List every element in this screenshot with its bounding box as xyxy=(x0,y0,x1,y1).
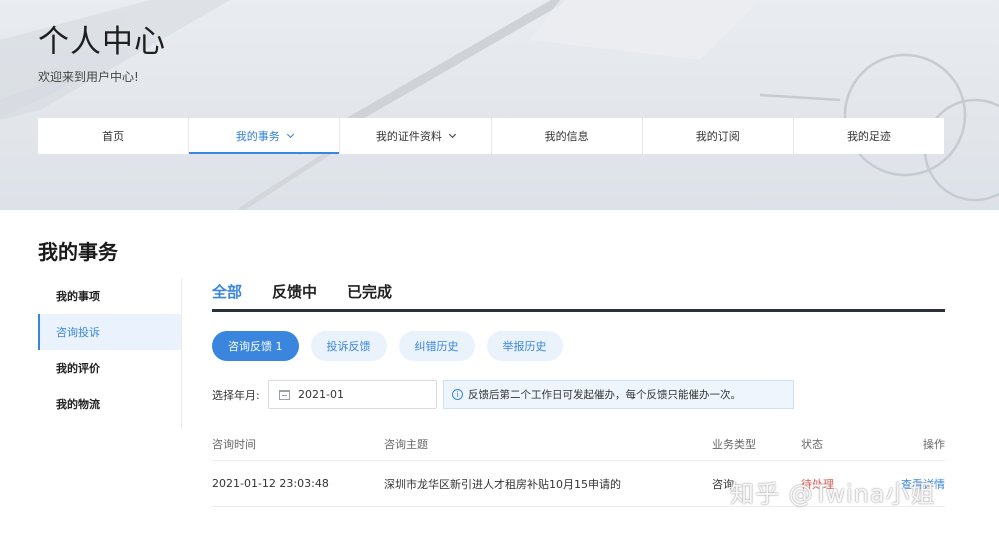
category-pills: 咨询反馈 1 投诉反馈 纠错历史 举报历史 xyxy=(212,331,563,361)
nav-label: 我的事务 xyxy=(235,130,280,143)
hero-banner: 个人中心 欢迎来到用户中心! 首页 我的事务 我的证件资料 我的信息 我的订阅 … xyxy=(0,0,999,210)
month-picker-value: 2021-01 xyxy=(298,388,344,401)
cell-time: 2021-01-12 23:03:48 xyxy=(212,477,329,490)
nav-item-my-footprints[interactable]: 我的足迹 xyxy=(794,118,944,154)
sidebar-item-my-matters[interactable]: 我的事项 xyxy=(38,278,181,314)
nav-item-home[interactable]: 首页 xyxy=(38,118,190,154)
month-filter-label: 选择年月: xyxy=(212,389,260,402)
pill-report-history[interactable]: 举报历史 xyxy=(486,331,563,361)
cell-type: 咨询 xyxy=(712,477,734,491)
nav-label: 我的证件资料 xyxy=(375,130,442,143)
nav-label: 我的订阅 xyxy=(695,130,740,143)
reminder-notice: i 反馈后第二个工作日可发起催办，每个反馈只能催办一次。 xyxy=(443,380,794,409)
table-header: 咨询时间 咨询主题 业务类型 状态 操作 xyxy=(212,428,945,461)
info-icon: i xyxy=(452,389,463,400)
top-navigation: 首页 我的事务 我的证件资料 我的信息 我的订阅 我的足迹 xyxy=(38,118,944,154)
month-picker-input[interactable]: 2021-01 xyxy=(268,380,437,409)
sidebar-item-consult-complaint[interactable]: 咨询投诉 xyxy=(38,314,181,350)
page-title: 个人中心 xyxy=(38,24,166,60)
cell-status: 待处理 xyxy=(801,477,834,491)
section-title: 我的事务 xyxy=(38,240,118,264)
nav-item-my-affairs[interactable]: 我的事务 xyxy=(189,118,341,154)
calendar-icon xyxy=(279,389,290,400)
nav-item-my-documents[interactable]: 我的证件资料 xyxy=(340,118,492,154)
column-header-status: 状态 xyxy=(801,438,823,451)
nav-label: 首页 xyxy=(102,130,125,143)
column-header-type: 业务类型 xyxy=(712,438,756,451)
chevron-down-icon xyxy=(448,130,456,139)
welcome-subtitle: 欢迎来到用户中心! xyxy=(38,70,139,84)
sidebar-item-my-reviews[interactable]: 我的评价 xyxy=(38,350,181,386)
cell-topic: 深圳市龙华区新引进人才租房补贴10月15申请的 xyxy=(384,477,621,491)
sidebar: 我的事项 咨询投诉 我的评价 我的物流 xyxy=(38,278,182,428)
view-details-link[interactable]: 查看详情 xyxy=(891,476,945,492)
tab-completed[interactable]: 已完成 xyxy=(347,278,392,309)
pill-consult-feedback[interactable]: 咨询反馈 1 xyxy=(212,331,299,361)
tab-in-feedback[interactable]: 反馈中 xyxy=(272,278,317,309)
pill-correction-history[interactable]: 纠错历史 xyxy=(398,331,475,361)
nav-label: 我的信息 xyxy=(544,130,589,143)
column-header-time: 咨询时间 xyxy=(212,438,256,451)
sidebar-item-my-logistics[interactable]: 我的物流 xyxy=(38,386,181,422)
pill-complaint-feedback[interactable]: 投诉反馈 xyxy=(310,331,387,361)
nav-label: 我的足迹 xyxy=(846,130,891,143)
column-header-action: 操作 xyxy=(923,438,945,451)
chevron-down-icon xyxy=(286,130,294,139)
nav-item-my-info[interactable]: 我的信息 xyxy=(492,118,643,154)
notice-text: 反馈后第二个工作日可发起催办，每个反馈只能催办一次。 xyxy=(468,389,741,401)
status-tabs: 全部 反馈中 已完成 xyxy=(212,278,945,312)
column-header-topic: 咨询主题 xyxy=(384,438,428,451)
consultation-table: 咨询时间 咨询主题 业务类型 状态 操作 2021-01-12 23:03:48… xyxy=(212,428,945,507)
table-row: 2021-01-12 23:03:48 深圳市龙华区新引进人才租房补贴10月15… xyxy=(212,461,945,507)
nav-item-my-subscriptions[interactable]: 我的订阅 xyxy=(643,118,794,154)
tab-all[interactable]: 全部 xyxy=(212,278,242,309)
